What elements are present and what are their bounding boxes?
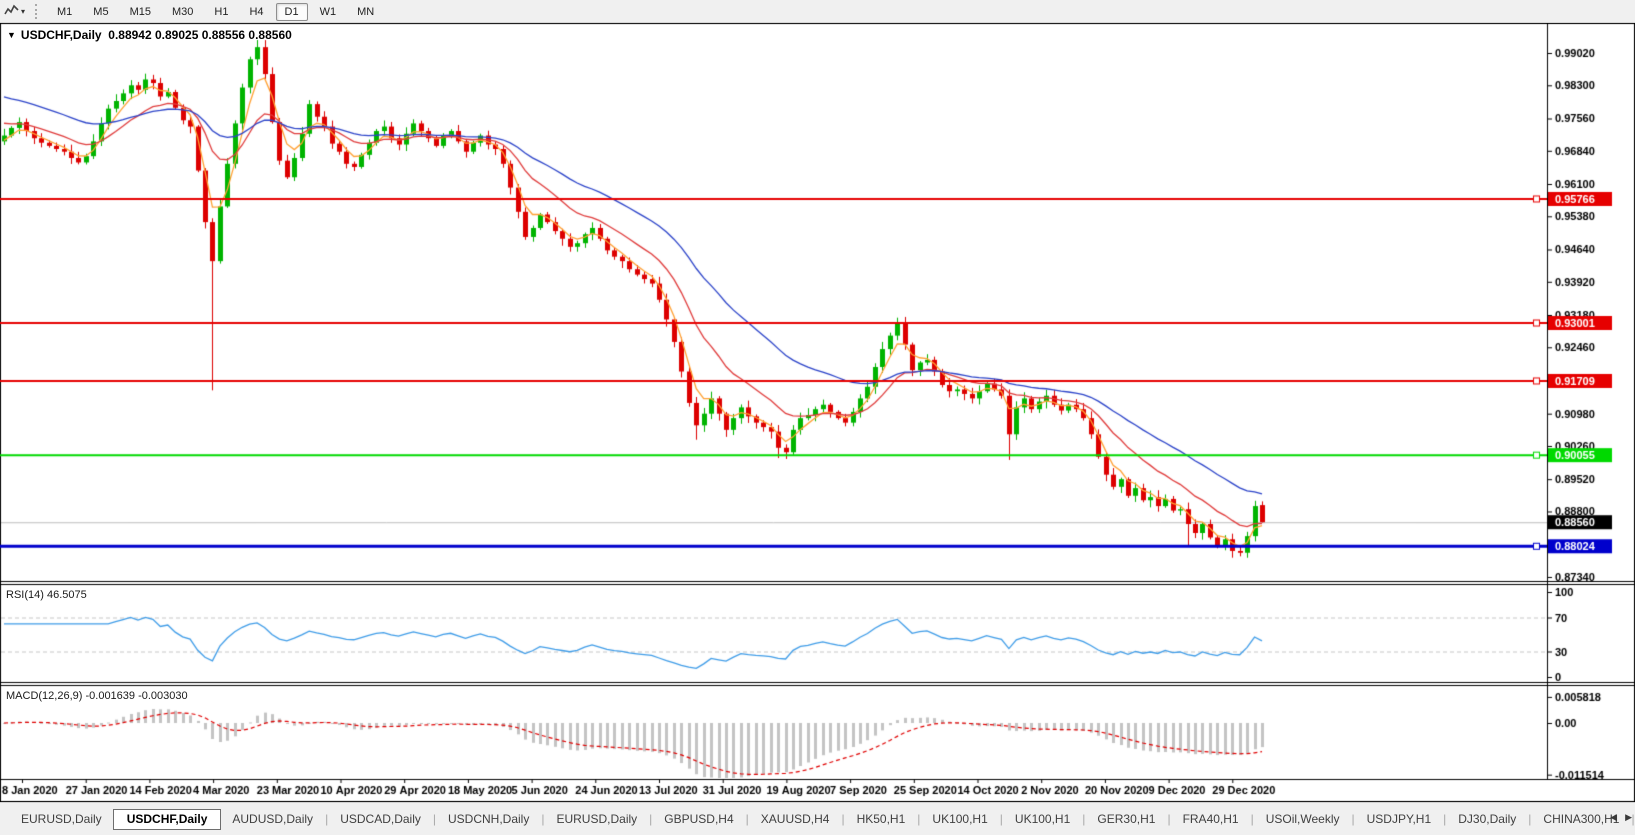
macd-label: MACD(12,26,9)	[6, 690, 83, 702]
tab-usdcad-daily[interactable]: USDCAD,Daily	[329, 809, 432, 830]
tab-scroll-right-icon[interactable]: ▶	[1625, 812, 1632, 823]
tab-uk100-h1[interactable]: UK100,H1	[1004, 809, 1081, 830]
collapse-triangle-icon[interactable]: ▼	[7, 30, 16, 40]
tab-usdcnh-daily[interactable]: USDCNH,Daily	[437, 809, 540, 830]
chart-window: ▼ USDCHF,Daily 0.88942 0.89025 0.88556 0.…	[0, 23, 1635, 802]
tab-usdjpy-h1[interactable]: USDJPY,H1	[1356, 809, 1442, 830]
mt4-terminal: { "toolbar": { "timeframes": ["M1","M5",…	[0, 0, 1635, 835]
tab-dj30-daily[interactable]: DJ30,Daily	[1447, 809, 1527, 830]
tab-scroll-left-icon[interactable]: ◀	[1610, 812, 1617, 823]
timeframe-button-m30[interactable]: M30	[163, 3, 202, 21]
tab-uk100-h1[interactable]: UK100,H1	[921, 809, 998, 830]
timeframe-button-d1[interactable]: D1	[275, 3, 308, 21]
timeframe-button-mn[interactable]: MN	[348, 3, 383, 21]
rsi-header: RSI(14) 46.5075	[6, 589, 87, 601]
tab-eurusd-daily[interactable]: EURUSD,Daily	[545, 809, 648, 830]
chart-header: ▼ USDCHF,Daily 0.88942 0.89025 0.88556 0.…	[7, 28, 292, 42]
chart-cursor-icon[interactable]	[4, 4, 19, 18]
chart-tab-bar: EURUSD,Daily USDCHF,Daily AUDUSD,Daily | USD…	[0, 802, 1635, 835]
chart-ohlc-values: 0.88942 0.89025 0.88556 0.88560	[108, 28, 292, 42]
tab-audusd-daily[interactable]: AUDUSD,Daily	[221, 809, 324, 830]
chart-canvas[interactable]	[0, 23, 1635, 802]
tab-gbpusd-h4[interactable]: GBPUSD,H4	[653, 809, 744, 830]
rsi-label: RSI(14)	[6, 589, 44, 601]
macd-values: -0.001639 -0.003030	[85, 690, 188, 702]
timeframe-button-m1[interactable]: M1	[48, 3, 81, 21]
timeframe-button-h4[interactable]: H4	[240, 3, 272, 21]
tab-fra40-h1[interactable]: FRA40,H1	[1172, 809, 1250, 830]
timeframe-toolbar: ▾ M1 M5 M15 M30 H1 H4 D1 W1 MN	[0, 0, 1635, 23]
chevron-down-icon[interactable]: ▾	[21, 7, 25, 16]
tab-eurusd-daily[interactable]: EURUSD,Daily	[10, 809, 113, 830]
timeframe-button-h1[interactable]: H1	[205, 3, 237, 21]
toolbar-grip[interactable]	[35, 3, 39, 19]
timeframe-buttons: M1 M5 M15 M30 H1 H4 D1 W1 MN	[48, 2, 386, 21]
tab-usdchf-daily[interactable]: USDCHF,Daily	[112, 808, 222, 830]
chart-symbol-label: USDCHF,Daily	[20, 28, 102, 42]
macd-header: MACD(12,26,9) -0.001639 -0.003030	[6, 690, 188, 702]
tab-scroll-arrows: ◀ ▶	[1610, 812, 1632, 823]
timeframe-button-m5[interactable]: M5	[84, 3, 117, 21]
tab-usoil-weekly[interactable]: USOil,Weekly	[1255, 809, 1351, 830]
tab-xauusd-h4[interactable]: XAUUSD,H4	[750, 809, 841, 830]
tab-hk50-h1[interactable]: HK50,H1	[846, 809, 917, 830]
rsi-value: 46.5075	[46, 589, 87, 601]
timeframe-button-m15[interactable]: M15	[121, 3, 160, 21]
chart-tabs: EURUSD,Daily USDCHF,Daily AUDUSD,Daily | USD…	[0, 803, 1635, 831]
timeframe-button-w1[interactable]: W1	[311, 3, 346, 21]
tab-ger30-h1[interactable]: GER30,H1	[1086, 809, 1166, 830]
